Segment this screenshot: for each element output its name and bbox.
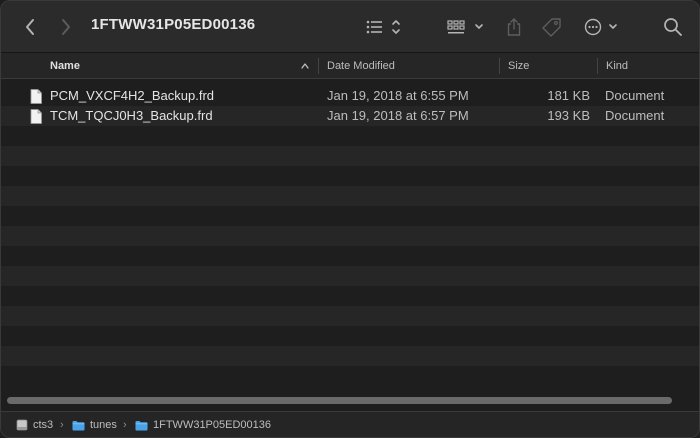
- folder-icon: [72, 420, 85, 430]
- empty-row: [1, 366, 699, 386]
- empty-row: [1, 206, 699, 226]
- path-item-tunes[interactable]: tunes: [72, 412, 117, 437]
- document-icon: [30, 89, 42, 104]
- path-label: tunes: [90, 419, 117, 431]
- file-date: Jan 19, 2018 at 6:55 PM: [327, 88, 469, 103]
- action-button[interactable]: [583, 14, 623, 40]
- file-date: Jan 19, 2018 at 6:57 PM: [327, 108, 469, 123]
- finder-window: 1FTWW31P05ED00136 Name Date Modified Siz…: [0, 0, 700, 438]
- empty-row: [1, 326, 699, 346]
- column-kind[interactable]: Kind: [606, 53, 628, 79]
- empty-row: [1, 286, 699, 306]
- forward-button[interactable]: [55, 14, 77, 40]
- folder-icon: [135, 420, 148, 430]
- ellipsis-circle-icon: [584, 18, 617, 36]
- search-icon: [664, 18, 682, 36]
- empty-row: [1, 186, 699, 206]
- path-separator-icon: ›: [60, 419, 64, 431]
- list-view-icon: [366, 20, 400, 34]
- document-icon: [30, 109, 42, 124]
- empty-row: [1, 246, 699, 266]
- toolbar: 1FTWW31P05ED00136: [1, 1, 699, 53]
- empty-row: [1, 166, 699, 186]
- empty-row: [1, 146, 699, 166]
- horizontal-scrollbar[interactable]: [7, 397, 672, 404]
- column-size[interactable]: Size: [508, 53, 529, 79]
- column-date-modified[interactable]: Date Modified: [327, 53, 395, 79]
- path-item-current-folder[interactable]: 1FTWW31P05ED00136: [135, 412, 271, 437]
- search-button[interactable]: [661, 14, 685, 40]
- column-divider[interactable]: [597, 58, 598, 74]
- file-size: 181 KB: [547, 88, 590, 103]
- file-row[interactable]: TCM_TQCJ0H3_Backup.frd Jan 19, 2018 at 6…: [1, 106, 699, 126]
- empty-row: [1, 226, 699, 246]
- path-label: cts3: [33, 419, 54, 431]
- file-name: TCM_TQCJ0H3_Backup.frd: [50, 108, 213, 123]
- share-button[interactable]: [503, 14, 525, 40]
- sort-ascending-icon: [301, 63, 309, 69]
- empty-row: [1, 306, 699, 326]
- tag-button[interactable]: [540, 14, 564, 40]
- column-divider[interactable]: [499, 58, 500, 74]
- window-title: 1FTWW31P05ED00136: [91, 16, 256, 33]
- view-options-button[interactable]: [363, 14, 405, 40]
- column-divider[interactable]: [318, 58, 319, 74]
- chevron-right-icon: [62, 19, 70, 35]
- drive-icon: [16, 419, 28, 431]
- file-size: 193 KB: [547, 108, 590, 123]
- file-list: PCM_VXCF4H2_Backup.frd Jan 19, 2018 at 6…: [1, 86, 699, 396]
- column-header: Name Date Modified Size Kind: [1, 53, 699, 79]
- group-button[interactable]: [445, 14, 487, 40]
- path-item-cts3[interactable]: cts3: [16, 412, 54, 437]
- path-label: 1FTWW31P05ED00136: [153, 419, 271, 431]
- file-kind: Document: [605, 108, 665, 123]
- share-icon: [507, 18, 521, 36]
- empty-row: [1, 126, 699, 146]
- column-name[interactable]: Name: [50, 53, 80, 79]
- chevron-left-icon: [26, 19, 34, 35]
- empty-row: [1, 346, 699, 366]
- path-separator-icon: ›: [123, 419, 127, 431]
- file-row[interactable]: PCM_VXCF4H2_Backup.frd Jan 19, 2018 at 6…: [1, 86, 699, 106]
- file-kind: Document: [605, 88, 665, 103]
- file-name: PCM_VXCF4H2_Backup.frd: [50, 88, 215, 103]
- tag-icon: [542, 18, 561, 37]
- empty-row: [1, 266, 699, 286]
- back-button[interactable]: [19, 14, 41, 40]
- path-bar: cts3 › tunes › 1FTWW31P05ED00136: [1, 411, 699, 437]
- grid-group-icon: [447, 20, 483, 34]
